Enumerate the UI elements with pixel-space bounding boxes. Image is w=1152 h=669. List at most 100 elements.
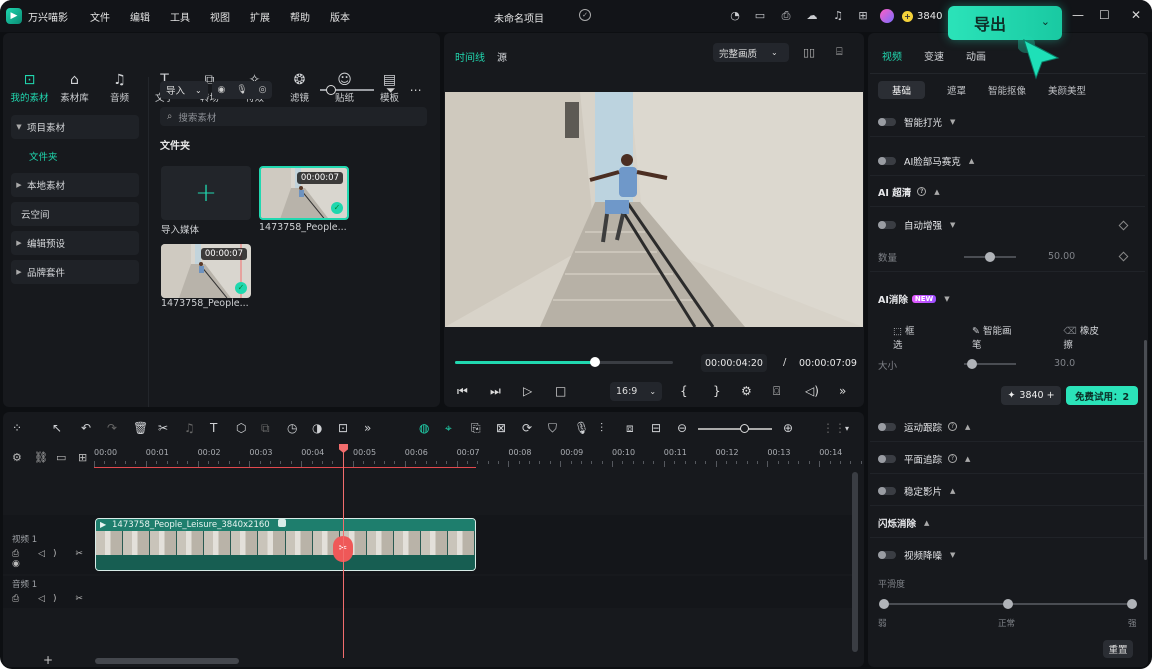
- chevron-up-icon[interactable]: ▲: [934, 188, 939, 196]
- chevron-down-icon[interactable]: ▾: [845, 424, 849, 433]
- record-group[interactable]: ◉ 🎙 ◎: [212, 81, 272, 99]
- credit-display[interactable]: + 3840: [880, 8, 942, 24]
- record-screen-icon[interactable]: ◉: [217, 85, 225, 95]
- sidebar-item[interactable]: ▶ 本地素材: [11, 173, 139, 197]
- keyframe-icon[interactable]: [1118, 251, 1129, 262]
- maximize-button[interactable]: ☐: [1099, 8, 1110, 22]
- thumbnail-size-slider[interactable]: [320, 85, 374, 95]
- sidebar-item[interactable]: 云空间: [11, 202, 139, 226]
- image-icon[interactable]: ⊠: [496, 421, 506, 435]
- slider-stop[interactable]: [879, 599, 889, 609]
- media-clip-thumb[interactable]: 00:00:07 ✓: [161, 244, 251, 298]
- layout-icon[interactable]: ⁘: [12, 421, 22, 435]
- menu-edit[interactable]: 编辑: [130, 9, 150, 24]
- playback-progress[interactable]: [455, 357, 673, 367]
- voice-icon[interactable]: ◎: [259, 85, 267, 95]
- chevron-down-icon[interactable]: ▼: [944, 295, 949, 303]
- sidebar-item[interactable]: 文件夹: [11, 144, 139, 168]
- video-clip[interactable]: ▶ 1473758_People_Leisure_3840x2160: [95, 518, 476, 571]
- avatar[interactable]: [880, 9, 894, 23]
- media-clip-thumb[interactable]: 00:00:07 ✓: [259, 166, 349, 220]
- split-view-icon[interactable]: ▯▯: [803, 46, 815, 59]
- help-icon[interactable]: ?: [917, 187, 927, 196]
- smart-brush-tool[interactable]: ✎ 智能画笔: [972, 323, 1029, 351]
- media-tab[interactable]: ♫ 音频: [97, 71, 142, 104]
- import-media-tile[interactable]: +: [161, 166, 251, 220]
- sidebar-item[interactable]: ▼ 项目素材: [11, 115, 139, 139]
- chevron-up-icon[interactable]: ▲: [950, 487, 955, 495]
- delete-icon[interactable]: 🗑: [133, 421, 148, 435]
- zoom-out-icon[interactable]: ⊖: [677, 421, 687, 435]
- reset-button[interactable]: 重置: [1103, 640, 1133, 658]
- chevron-down-icon[interactable]: ▼: [950, 551, 955, 559]
- support-icon[interactable]: ◔: [728, 9, 742, 23]
- menu-file[interactable]: 文件: [90, 9, 110, 24]
- split-icon[interactable]: ✂: [158, 421, 168, 435]
- size-slider[interactable]: [964, 359, 1016, 369]
- smart-light-toggle[interactable]: [878, 117, 896, 126]
- export-button[interactable]: 导出 ⌄: [948, 6, 1062, 40]
- search-input[interactable]: ⌕ 搜索素材: [160, 107, 427, 126]
- menu-help[interactable]: 帮助: [290, 9, 310, 24]
- tab-timeline[interactable]: 时间线: [455, 49, 485, 64]
- video-preview[interactable]: [445, 92, 863, 327]
- grid-apps-icon[interactable]: ⊞: [856, 9, 870, 23]
- cloud-icon[interactable]: ☁: [805, 9, 819, 23]
- sidebar-item[interactable]: ▶ 品牌套件: [11, 260, 139, 284]
- menu-extensions[interactable]: 扩展: [250, 9, 270, 24]
- chevron-down-icon[interactable]: ▼: [950, 221, 955, 229]
- motion-tracking-toggle[interactable]: [878, 422, 896, 431]
- shield-icon[interactable]: ⛉: [548, 421, 557, 436]
- video-track-icons[interactable]: ⎙ ◁) ✂ ◉: [12, 549, 92, 569]
- mark-out-icon[interactable]: }: [713, 384, 721, 398]
- audio-detach-icon[interactable]: ♫: [184, 421, 195, 435]
- tab-video[interactable]: 视频: [882, 48, 902, 63]
- headset-icon[interactable]: ♫: [831, 9, 845, 23]
- ai-copilot-icon[interactable]: ◍: [419, 421, 429, 435]
- text-tool-icon[interactable]: T: [210, 421, 217, 435]
- color-icon[interactable]: ◑: [312, 421, 322, 435]
- chevron-up-icon[interactable]: ▲: [924, 519, 929, 527]
- sidebar-item[interactable]: ▶ 编辑预设: [11, 231, 139, 255]
- menu-tools[interactable]: 工具: [170, 9, 190, 24]
- slider-stop[interactable]: [1003, 599, 1013, 609]
- subtab-beauty[interactable]: 美颜美型: [1048, 83, 1086, 97]
- project-name[interactable]: 未命名项目: [494, 10, 544, 25]
- menu-version[interactable]: 版本: [330, 9, 350, 24]
- snapshot-icon[interactable]: ⌼: [773, 384, 780, 399]
- scope-icon[interactable]: ⌸: [836, 45, 843, 59]
- properties-scrollbar[interactable]: [1144, 340, 1147, 560]
- mark-in-icon[interactable]: {: [680, 384, 688, 398]
- help-icon[interactable]: ?: [948, 454, 958, 463]
- more-controls-icon[interactable]: »: [839, 384, 846, 398]
- snap-icon[interactable]: ⌖: [445, 421, 452, 436]
- tab-speed[interactable]: 变速: [924, 48, 944, 63]
- box-select-tool[interactable]: ⬚ 框选: [893, 323, 938, 351]
- subtab-mask[interactable]: 遮罩: [947, 83, 966, 97]
- next-frame-icon[interactable]: ⏭: [490, 384, 501, 399]
- volume-icon[interactable]: ◁): [805, 384, 819, 398]
- slider-stop[interactable]: [1127, 599, 1137, 609]
- progress-knob[interactable]: [589, 357, 600, 367]
- quality-dropdown[interactable]: 完整画质 ⌄: [713, 43, 789, 62]
- microphone-icon[interactable]: 🎙: [574, 421, 589, 435]
- eraser-tool[interactable]: ⌫ 橡皮擦: [1063, 323, 1118, 351]
- timeline-vertical-scrollbar[interactable]: [852, 472, 858, 652]
- fit-icon[interactable]: ⊟: [651, 421, 661, 435]
- speed-icon[interactable]: ◷: [287, 421, 297, 435]
- timeline-horizontal-scrollbar[interactable]: [95, 658, 239, 664]
- caption-icon[interactable]: ▭: [56, 451, 66, 464]
- menu-view[interactable]: 视图: [210, 9, 230, 24]
- more-icon[interactable]: ⋯: [410, 83, 422, 97]
- ai-face-mosaic-toggle[interactable]: [878, 156, 896, 165]
- free-trial-button[interactable]: 免费试用：2: [1066, 386, 1138, 405]
- zoom-in-icon[interactable]: ⊕: [783, 421, 793, 435]
- ai-tool-icon[interactable]: ⊡: [338, 421, 348, 435]
- microphone-icon[interactable]: 🎙: [236, 85, 247, 95]
- subtab-basic[interactable]: 基础: [878, 80, 926, 99]
- monitor-icon[interactable]: ▭: [753, 9, 767, 23]
- slider-knob[interactable]: [326, 85, 336, 95]
- previous-frame-icon[interactable]: ⏮: [457, 384, 468, 399]
- slider-knob[interactable]: [740, 424, 749, 433]
- redo-icon[interactable]: ↷: [107, 421, 117, 435]
